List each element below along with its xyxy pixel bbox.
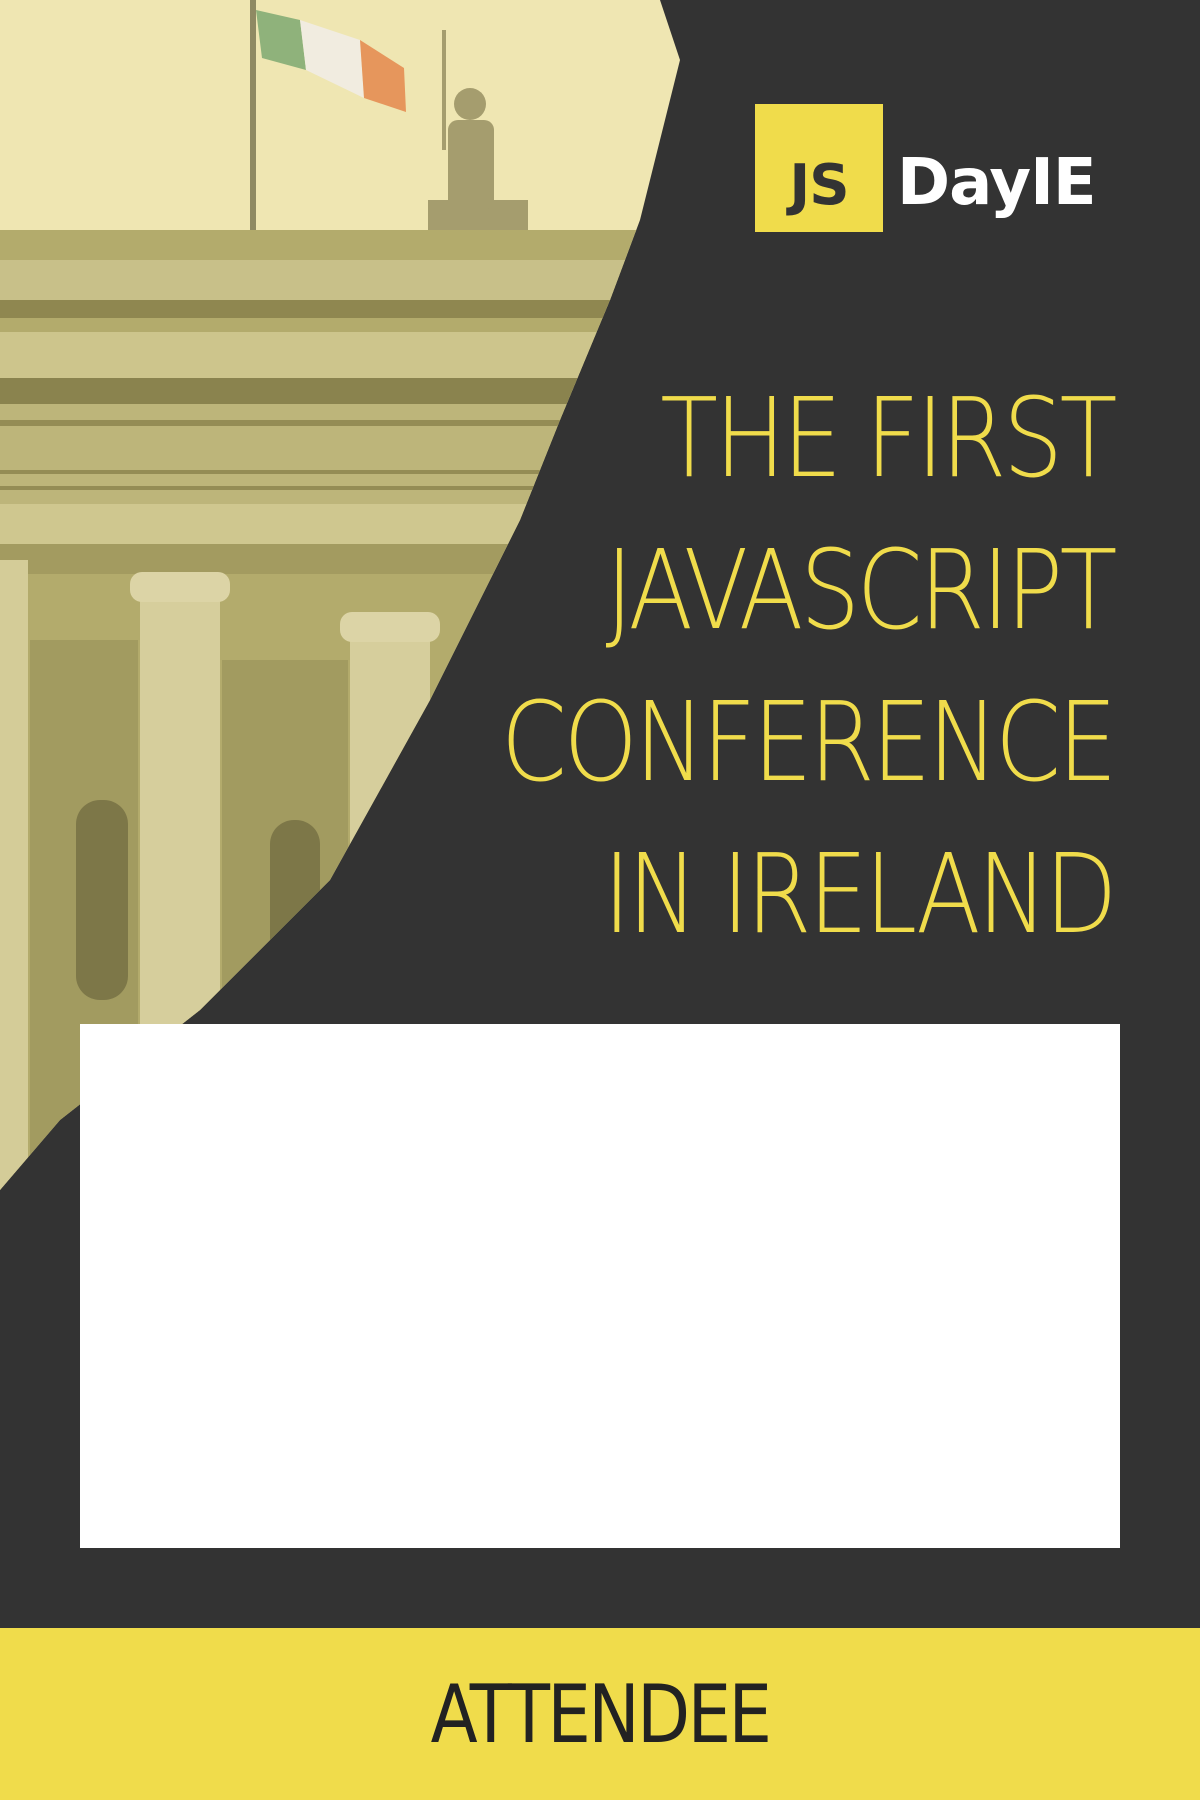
role-label: ATTENDEE xyxy=(430,1667,772,1761)
logo-mark: JS xyxy=(755,104,883,232)
headline-line-4: IN IRELAND xyxy=(603,830,1117,958)
logo-mark-text: JS xyxy=(789,153,849,218)
headline: THE FIRST JAVASCRIPT CONFERENCE IN IRELA… xyxy=(214,362,1118,970)
logo-name: DayIE xyxy=(897,146,1097,220)
attendee-badge: JS DayIE THE FIRST JAVASCRIPT CONFERENCE… xyxy=(0,0,1200,1800)
headline-line-2: JAVASCRIPT xyxy=(605,526,1118,654)
jsday-logo: JS DayIE xyxy=(755,104,1097,232)
role-bar: ATTENDEE xyxy=(0,1628,1200,1800)
headline-line-1: THE FIRST xyxy=(660,374,1117,502)
name-box xyxy=(80,1024,1120,1548)
headline-line-3: CONFERENCE xyxy=(500,678,1118,806)
